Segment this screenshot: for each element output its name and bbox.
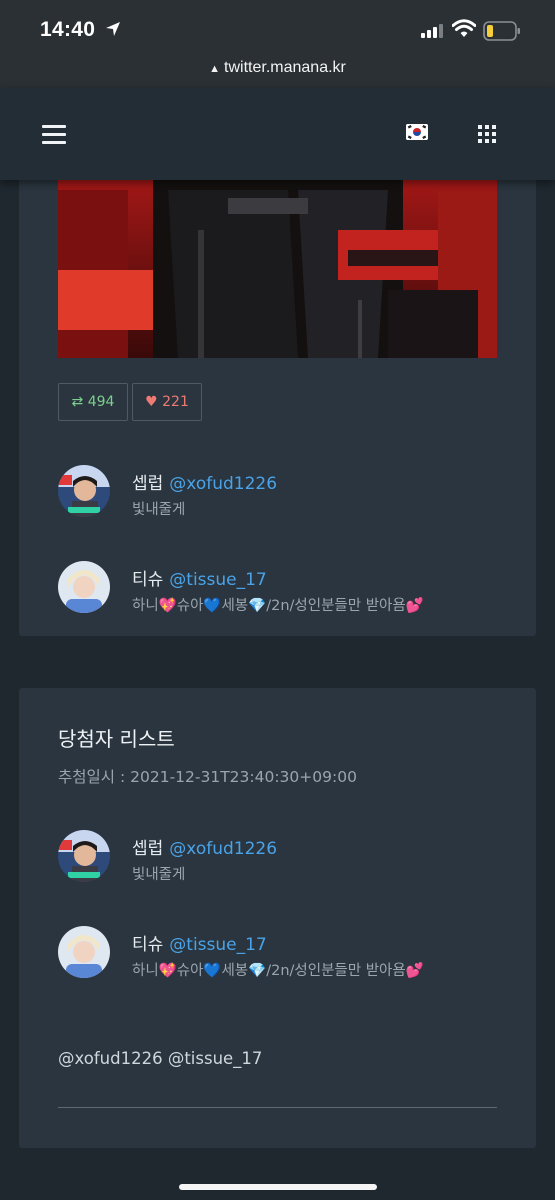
wifi-icon	[452, 19, 476, 37]
battery-icon	[483, 21, 520, 41]
avatar[interactable]	[58, 926, 110, 978]
korea-flag-icon[interactable]	[406, 124, 428, 140]
winner-bio: 빛내줄게	[132, 867, 186, 883]
retweet-icon: ⇄	[71, 394, 84, 410]
participant-name: 셉럽	[132, 474, 164, 494]
like-count-button[interactable]: ♥ 221	[132, 383, 202, 421]
winner-item[interactable]: 티슈 @tissue_17 하니💖슈아💙세봉💎/2n/성인분들만 받아욤💕	[58, 926, 528, 986]
participant-bio: 하니💖슈아💙세봉💎/2n/성인분들만 받아욤💕	[132, 598, 424, 614]
participant-name: 티슈	[132, 570, 164, 590]
location-arrow-icon	[106, 22, 120, 36]
participant-item[interactable]: 티슈 @tissue_17 하니💖슈아💙세봉💎/2n/성인분들만 받아욤💕	[58, 561, 528, 621]
like-count: 221	[162, 394, 189, 410]
participant-item[interactable]: 셉럽 @xofud1226 빛내줄게	[58, 465, 528, 525]
winner-name-line: 티슈 @tissue_17	[132, 930, 267, 955]
address-bar[interactable]: ▲ twitter.manana.kr	[0, 59, 555, 77]
participant-handle[interactable]: @xofud1226	[169, 474, 277, 494]
winners-card: 당첨자 리스트 추첨일시 : 2021-12-31T23:40:30+09:00…	[19, 688, 536, 1148]
participant-bio: 빛내줄게	[132, 502, 186, 518]
url-text: twitter.manana.kr	[224, 59, 346, 76]
retweet-count: 494	[87, 394, 115, 410]
winner-handle[interactable]: @xofud1226	[169, 839, 277, 859]
winners-title: 당첨자 리스트	[58, 727, 175, 751]
cellular-signal-icon	[421, 24, 443, 38]
divider	[58, 1107, 497, 1108]
participant-name-line: 티슈 @tissue_17	[132, 565, 267, 590]
lock-icon: ▲	[209, 63, 221, 75]
home-indicator[interactable]	[179, 1184, 377, 1190]
winner-name: 셉럽	[132, 839, 164, 859]
retweet-count-button[interactable]: ⇄ 494	[58, 383, 128, 421]
tweet-card: ⇄ 494 ♥ 221 셉럽 @xofud1226 빛내줄게 티슈 @tissu…	[19, 150, 536, 636]
clock: 14:40	[40, 18, 96, 41]
participant-handle[interactable]: @tissue_17	[169, 570, 266, 590]
avatar[interactable]	[58, 561, 110, 613]
apps-grid-icon[interactable]	[478, 125, 496, 143]
hamburger-menu-icon[interactable]	[42, 125, 66, 144]
status-bar: 14:40 ▲ twitter.manana.kr	[0, 0, 555, 88]
top-navbar	[0, 88, 555, 180]
participant-name-line: 셉럽 @xofud1226	[132, 469, 277, 494]
heart-icon: ♥	[145, 394, 158, 410]
draw-timestamp: 추첨일시 : 2021-12-31T23:40:30+09:00	[58, 768, 357, 786]
winner-bio: 하니💖슈아💙세봉💎/2n/성인분들만 받아욤💕	[132, 963, 424, 979]
winner-item[interactable]: 셉럽 @xofud1226 빛내줄게	[58, 830, 528, 890]
avatar[interactable]	[58, 830, 110, 882]
tweet-image[interactable]	[58, 150, 497, 358]
avatar[interactable]	[58, 465, 110, 517]
winner-name-line: 셉럽 @xofud1226	[132, 834, 277, 859]
winner-handle[interactable]: @tissue_17	[169, 935, 266, 955]
winner-mentions[interactable]: @xofud1226 @tissue_17	[58, 1049, 262, 1068]
winner-name: 티슈	[132, 935, 164, 955]
